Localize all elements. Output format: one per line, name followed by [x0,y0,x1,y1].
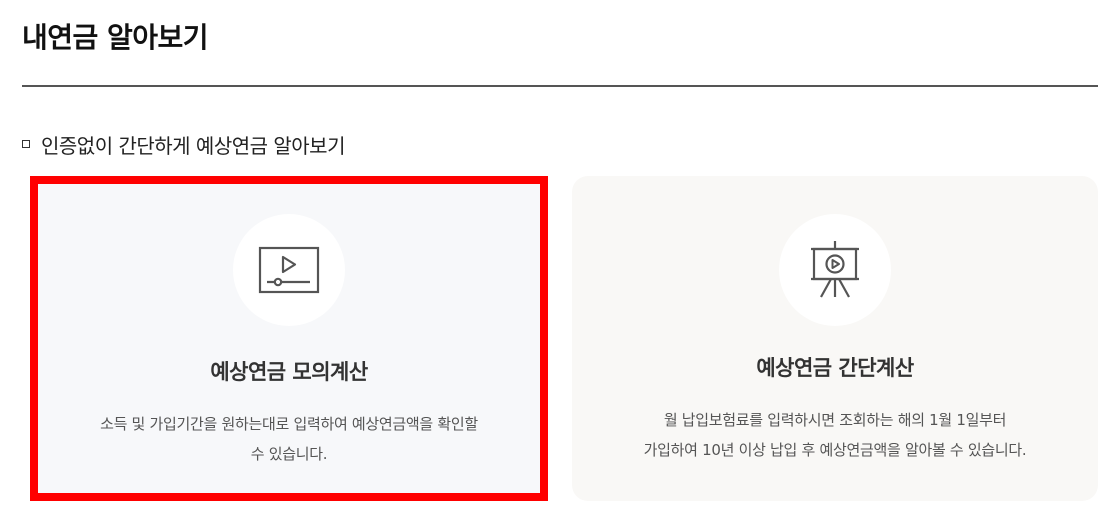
card-description-line: 월 납입보험료를 입력하시면 조회하는 해의 1월 1일부터 [663,411,1007,429]
icon-circle [233,214,345,326]
card-description: 월 납입보험료를 입력하시면 조회하는 해의 1월 1일부터 가입하여 10년 … [572,405,1098,465]
card-title: 예상연금 모의계산 [210,360,368,384]
title-divider [22,85,1098,87]
simple-calc-card[interactable]: 예상연금 간단계산 월 납입보험료를 입력하시면 조회하는 해의 1월 1일부터… [572,176,1098,501]
page: 내연금 알아보기 인증없이 간단하게 예상연금 알아보기 예상연금 모의계산 소… [0,0,1108,513]
card-description: 소득 및 가입기간을 원하는대로 입력하여 예상연금액을 확인할 수 있습니다. [38,409,540,469]
square-bullet-icon [22,140,30,148]
section-heading: 인증없이 간단하게 예상연금 알아보기 [22,129,345,159]
card-description-line: 소득 및 가입기간을 원하는대로 입력하여 예상연금액을 확인할 [100,415,478,433]
simulation-calc-card[interactable]: 예상연금 모의계산 소득 및 가입기간을 원하는대로 입력하여 예상연금액을 확… [30,176,548,501]
video-player-icon [258,246,320,294]
card-title: 예상연금 간단계산 [756,356,914,380]
page-title: 내연금 알아보기 [22,21,209,54]
icon-circle [779,214,891,326]
card-description-line: 가입하여 10년 이상 납입 후 예상연금액을 알아볼 수 있습니다. [643,441,1027,459]
presentation-board-icon [811,241,859,298]
section-heading-text: 인증없이 간단하게 예상연금 알아보기 [41,133,345,158]
card-description-line: 수 있습니다. [250,445,328,463]
